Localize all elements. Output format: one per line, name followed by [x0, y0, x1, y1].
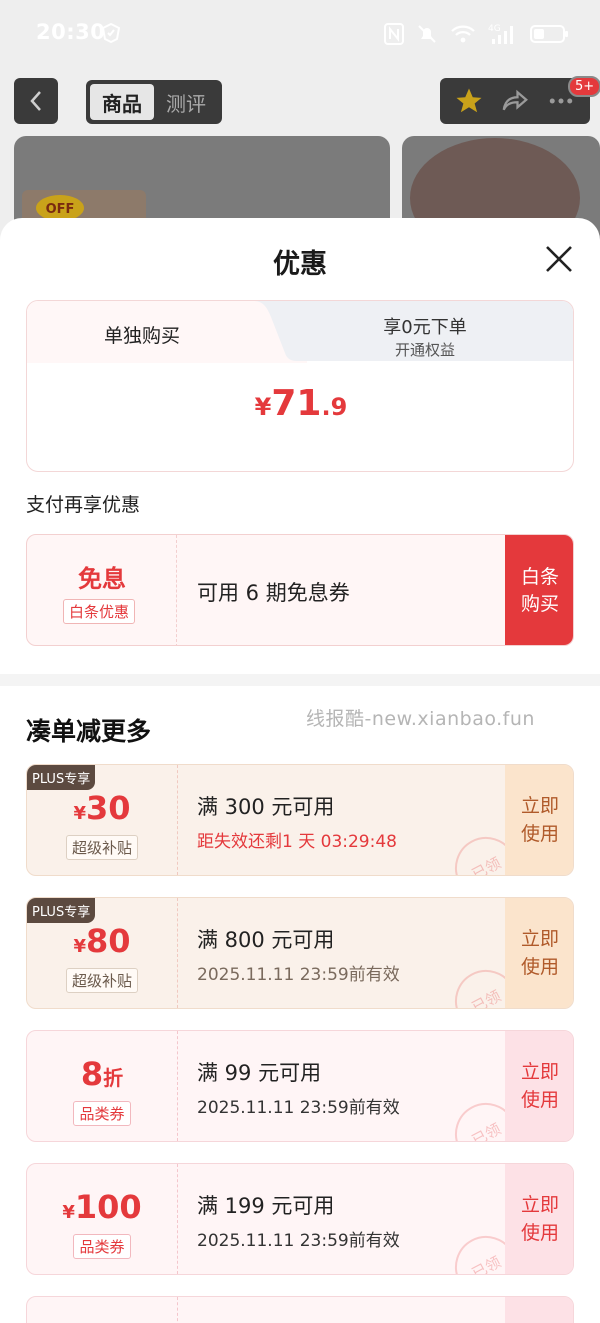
price-integer: 71 — [271, 383, 322, 424]
use-now-line1: 立即 — [520, 928, 559, 950]
zero-order-subtitle: 开通权益 — [394, 341, 455, 359]
coupon-condition: 满 99 元可用 — [197, 1061, 322, 1085]
signal-4g-icon: 4G — [488, 24, 513, 44]
discount-sheet: 优惠 单独购买 享0元下单 开通权益 ¥71.9 支付再享优惠 免息 白条优惠 … — [0, 218, 600, 1323]
nfc-icon — [384, 23, 404, 45]
coupon-expiry: 2025.11.11 23:59前有效 — [197, 1231, 400, 1251]
coupon-amount: ¥100 — [27, 1188, 177, 1226]
coupon-type-label: 品类券 — [73, 1234, 131, 1259]
purchase-option-box: 单独购买 享0元下单 开通权益 ¥71.9 — [26, 300, 574, 472]
tab-single-purchase[interactable]: 单独购买 — [27, 321, 257, 348]
product-tabs: 商品 测评 — [86, 80, 222, 124]
tab-product[interactable]: 商品 — [90, 84, 154, 120]
ious-offer-card: 免息 白条优惠 可用 6 期免息券 白条 购买 — [26, 534, 574, 646]
ious-buy-button-line2: 购买 — [520, 593, 559, 615]
system-icons: 4G — [384, 20, 570, 48]
coupon-divider — [177, 765, 178, 875]
mute-bell-icon — [418, 25, 436, 43]
chevron-left-icon — [30, 91, 41, 111]
coupon-number: 8 — [80, 1055, 104, 1093]
coupon-value: PLUS专享 ¥80 超级补贴 — [27, 898, 177, 1008]
coupon-card-partial — [26, 1296, 574, 1323]
plus-exclusive-tag: PLUS专享 — [27, 765, 96, 790]
coupon-expiry: 距失效还剩1 天 03:29:48 — [197, 832, 397, 852]
svg-text:OFF: OFF — [46, 202, 75, 217]
coupon-type: 超级补贴 — [27, 835, 177, 860]
close-icon[interactable] — [542, 242, 576, 276]
wifi-icon — [451, 25, 475, 43]
coupon-currency: ¥ — [73, 803, 86, 824]
coupon-condition: 满 800 元可用 — [197, 928, 335, 952]
use-now-button[interactable]: 立即 使用 — [505, 765, 573, 875]
ious-buy-button-line1: 白条 — [520, 566, 559, 588]
section-title: 凑单减更多 — [26, 717, 152, 746]
tab-review[interactable]: 测评 — [154, 84, 218, 120]
coupon-number: 80 — [86, 922, 131, 960]
price: ¥71.9 — [27, 383, 573, 424]
price-currency: ¥ — [254, 393, 272, 421]
use-now-button[interactable]: 立即 使用 — [505, 898, 573, 1008]
coupon-divider — [177, 898, 178, 1008]
price-decimal: .9 — [321, 393, 348, 421]
ious-sub-badge: 白条优惠 — [63, 599, 136, 624]
coupon-amount: ¥30 — [27, 789, 177, 827]
watermark: 线报酷-new.xianbao.fun — [306, 708, 535, 730]
product-nav-bar: 商品 测评 5+ — [0, 76, 600, 126]
coupon-type: 品类券 — [27, 1101, 177, 1126]
notification-badge: 5+ — [568, 76, 600, 97]
coupon-amount: 8折 — [27, 1055, 177, 1093]
sheet-title: 优惠 — [273, 249, 327, 280]
use-now-line1: 立即 — [520, 1061, 559, 1083]
status-bar: 20:30 4G — [0, 0, 600, 72]
coupon-number: 100 — [74, 1188, 142, 1226]
status-time: 20:30 — [36, 20, 106, 44]
coupon-type: 超级补贴 — [27, 968, 177, 993]
coupon-expiry: 2025.11.11 23:59前有效 — [197, 1098, 400, 1118]
use-now-line2: 使用 — [520, 1089, 559, 1111]
use-now-line1: 立即 — [520, 1194, 559, 1216]
zero-order-title: 享0元下单 — [383, 317, 467, 338]
star-icon[interactable] — [454, 86, 484, 116]
coupon-expiry: 2025.11.11 23:59前有效 — [197, 965, 400, 985]
ious-buy-button[interactable]: 白条 购买 — [505, 535, 573, 645]
coupon-divider — [177, 1297, 178, 1323]
ious-description: 可用 6 期免息券 — [197, 581, 350, 605]
coupon-divider — [177, 1031, 178, 1141]
coupon-currency: ¥ — [62, 1202, 75, 1223]
svg-text:4G: 4G — [488, 24, 501, 34]
coupon-condition: 满 199 元可用 — [197, 1194, 335, 1218]
coupon-unit: 折 — [103, 1066, 124, 1090]
pay-discount-label: 支付再享优惠 — [26, 494, 141, 516]
coupon-card: 8折 品类券 满 99 元可用 2025.11.11 23:59前有效 已领 立… — [26, 1030, 574, 1142]
use-now-button[interactable]: 立即 使用 — [505, 1164, 573, 1274]
coupon-amount: ¥80 — [27, 922, 177, 960]
coupon-value: 8折 品类券 — [27, 1031, 177, 1141]
coupon-type-label: 超级补贴 — [65, 835, 138, 860]
coupon-condition: 满 300 元可用 — [197, 795, 335, 819]
share-icon[interactable] — [500, 86, 530, 116]
shield-icon — [101, 22, 121, 44]
use-now-line2: 使用 — [520, 823, 559, 845]
coupon-currency: ¥ — [73, 936, 86, 957]
coupon-card: PLUS专享 ¥30 超级补贴 满 300 元可用 距失效还剩1 天 03:29… — [26, 764, 574, 876]
use-now-line1: 立即 — [520, 795, 559, 817]
use-now-line2: 使用 — [520, 956, 559, 978]
plus-exclusive-tag: PLUS专享 — [27, 898, 96, 923]
use-now-line2: 使用 — [520, 1222, 559, 1244]
back-button[interactable] — [14, 78, 58, 124]
coupon-card: PLUS专享 ¥80 超级补贴 满 800 元可用 2025.11.11 23:… — [26, 897, 574, 1009]
coupon-type-label: 品类券 — [73, 1101, 131, 1126]
coupon-value: ¥100 品类券 — [27, 1164, 177, 1274]
coupon-type: 品类券 — [27, 1234, 177, 1259]
ious-main-label: 免息 — [78, 565, 126, 593]
coupon-number: 30 — [86, 789, 131, 827]
coupon-card: ¥100 品类券 满 199 元可用 2025.11.11 23:59前有效 已… — [26, 1163, 574, 1275]
coupon-type-label: 超级补贴 — [65, 968, 138, 993]
use-now-button[interactable] — [505, 1297, 573, 1323]
section-divider — [0, 674, 600, 686]
coupon-divider — [177, 1164, 178, 1274]
coupon-value: PLUS专享 ¥30 超级补贴 — [27, 765, 177, 875]
battery-icon — [530, 25, 568, 43]
use-now-button[interactable]: 立即 使用 — [505, 1031, 573, 1141]
